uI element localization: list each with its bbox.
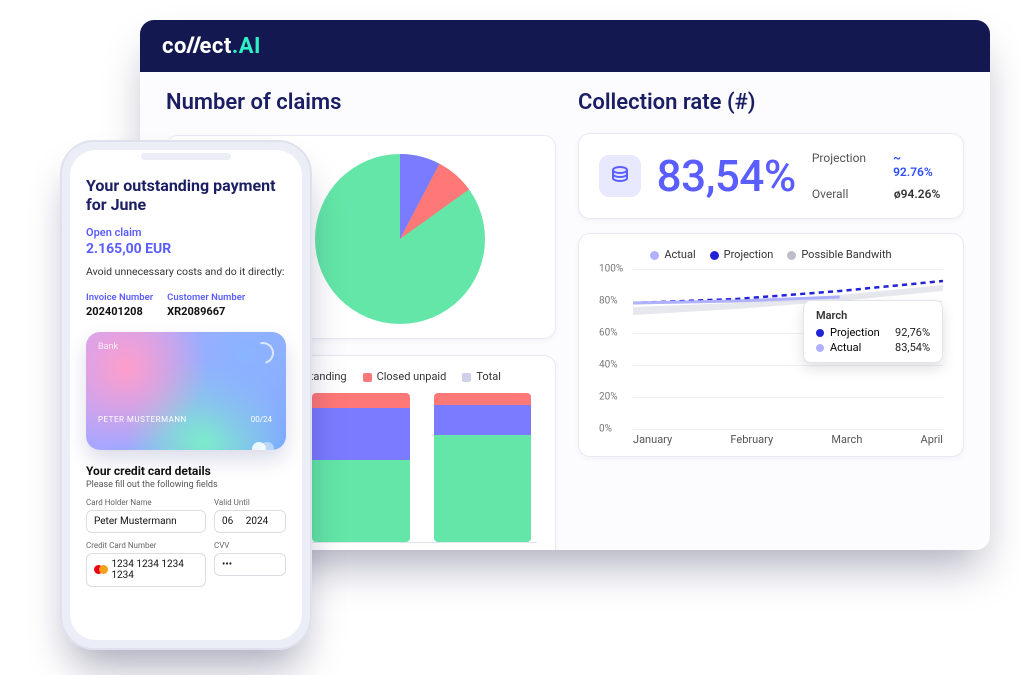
bar-legend-closed: Closed unpaid xyxy=(363,370,447,383)
card-number-field[interactable]: Credit Card Number 1234 1234 1234 1234 xyxy=(86,541,206,587)
bar-february xyxy=(312,393,409,542)
cvv-field[interactable]: CVV ••• xyxy=(214,541,286,587)
rate-title: Collection rate (#) xyxy=(578,90,964,115)
titlebar: collect.AI xyxy=(140,20,990,72)
phone-title: Your outstanding payment for June xyxy=(86,176,286,214)
mastercard-icon xyxy=(94,565,106,575)
rate-card: 83,54% Projection ~ 92.76% Overall ø94.2… xyxy=(578,133,964,219)
open-claim-amount: 2.165,00 EUR xyxy=(86,241,286,257)
trend-x-axis: January February March April xyxy=(633,433,943,446)
bar-march xyxy=(434,393,531,542)
pie-chart xyxy=(315,154,485,324)
trend-tooltip: March Projection92,76% Actual83,54% xyxy=(803,300,943,363)
card-holder-field[interactable]: Card Holder Name Peter Mustermann xyxy=(86,498,206,533)
claims-title: Number of claims xyxy=(166,90,556,115)
trend-legend-actual: Actual xyxy=(650,248,695,261)
cc-form-heading: Your credit card details xyxy=(86,464,286,478)
bar-legend-total: Total xyxy=(462,370,501,383)
valid-until-field[interactable]: Valid Until 06 2024 xyxy=(214,498,286,533)
cc-form-sub: Please fill out the following fields xyxy=(86,480,286,490)
coins-icon xyxy=(599,155,641,197)
invoice-number: Invoice Number 202401208 xyxy=(86,292,153,318)
phone-note: Avoid unnecessary costs and do it direct… xyxy=(86,265,286,279)
credit-card-visual: Bank PETER MUSTERMANN 00/24 xyxy=(86,332,286,450)
trend-card: Actual Projection Possible Bandwith 100%… xyxy=(578,233,964,457)
brand-logo: collect.AI xyxy=(162,34,261,59)
open-claim-label: Open claim xyxy=(86,226,286,239)
rate-value: 83,54% xyxy=(657,150,796,202)
rate-projection: Projection ~ 92.76% xyxy=(812,151,943,179)
trend-legend-bandwith: Possible Bandwith xyxy=(787,248,891,261)
trend-legend-projection: Projection xyxy=(710,248,774,261)
trend-legend: Actual Projection Possible Bandwith xyxy=(599,248,943,261)
customer-number: Customer Number XR2089667 xyxy=(167,292,245,318)
rate-overall: Overall ø94.26% xyxy=(812,187,943,201)
phone-mock: Your outstanding payment for June Open c… xyxy=(60,140,312,650)
